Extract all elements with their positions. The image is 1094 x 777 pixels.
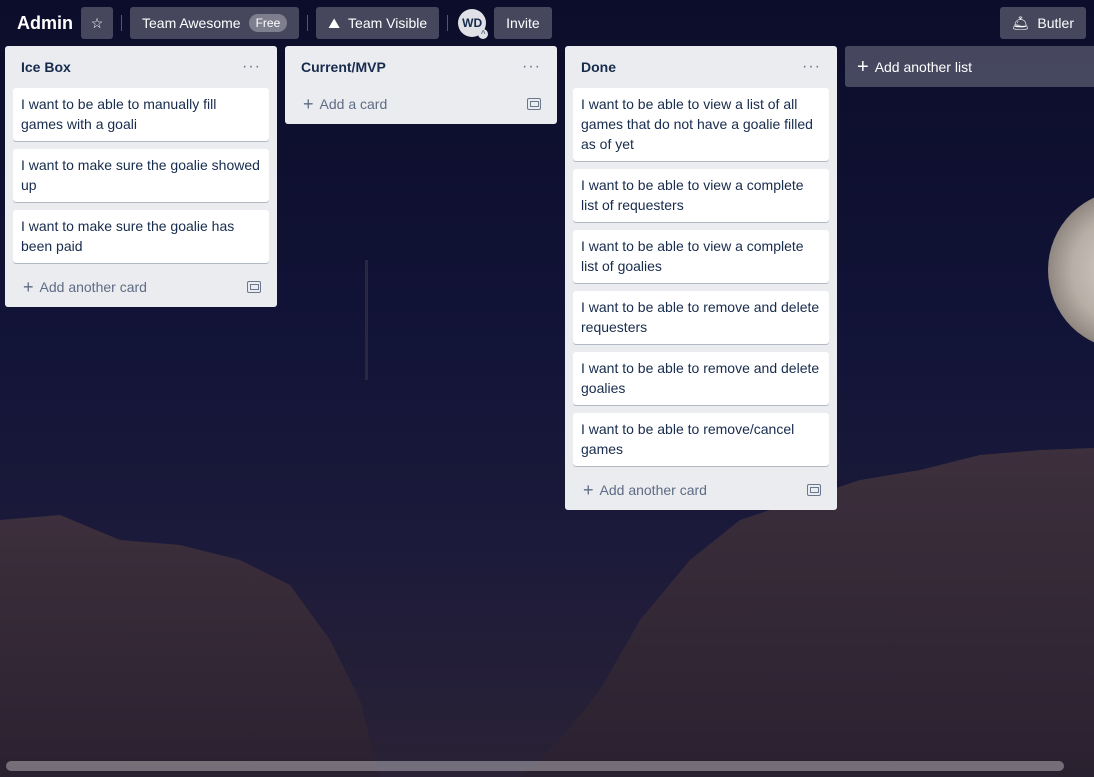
list-title[interactable]: Current/MVP [301, 59, 386, 75]
plus-icon: + [583, 480, 594, 500]
list-card[interactable]: I want to be able to remove and delete r… [573, 291, 829, 344]
list-header: Current/MVP ··· [293, 46, 549, 88]
tower [365, 260, 368, 380]
left-cliff [0, 515, 380, 777]
plus-icon: + [303, 94, 314, 114]
add-card-label: Add a card [319, 96, 388, 112]
add-card-label: Add another card [599, 482, 707, 498]
header-divider [307, 15, 309, 31]
card-template-icon[interactable] [807, 484, 821, 496]
list-card[interactable]: I want to make sure the goalie showed up [13, 149, 269, 202]
header-divider [121, 15, 122, 31]
board-header: Admin ☆ Team Awesome Free ⛰ Team Visible… [0, 0, 1094, 46]
list-ice-box: Ice Box ··· I want to be able to manuall… [5, 46, 277, 307]
plan-badge: Free [248, 14, 288, 32]
card-template-icon[interactable] [247, 281, 261, 293]
visibility-label: Team Visible [348, 15, 428, 31]
list-card[interactable]: I want to be able to view a complete lis… [573, 169, 829, 222]
list-header: Ice Box ··· [13, 46, 269, 88]
team-name: Team Awesome [142, 15, 241, 31]
list-card[interactable]: I want to make sure the goalie has been … [13, 210, 269, 263]
ellipsis-icon[interactable]: ··· [242, 58, 265, 76]
butler-bell-icon: 🛎 [1011, 14, 1030, 31]
admin-chevron-icon: ^ [478, 29, 489, 39]
butler-label: Butler [1037, 15, 1074, 31]
visibility-button[interactable]: ⛰ Team Visible [316, 7, 440, 39]
ellipsis-icon[interactable]: ··· [522, 58, 545, 76]
ellipsis-icon[interactable]: ··· [802, 58, 825, 76]
plus-icon: + [23, 277, 34, 297]
butler-button[interactable]: 🛎 Butler [999, 7, 1086, 39]
header-divider [447, 15, 449, 31]
list-card[interactable]: I want to be able to remove and delete g… [573, 352, 829, 405]
list-title[interactable]: Done [581, 59, 616, 75]
moon [1048, 197, 1094, 343]
add-card-button[interactable]: + Add another card [573, 470, 829, 510]
board-title[interactable]: Admin [8, 7, 81, 39]
invite-button[interactable]: Invite [494, 7, 552, 39]
add-list-button[interactable]: + Add another list [845, 46, 1094, 87]
team-button[interactable]: Team Awesome Free [130, 7, 300, 39]
list-current-mvp: Current/MVP ··· + Add a card [285, 46, 557, 124]
list-card[interactable]: I want to be able to view a list of all … [573, 88, 829, 161]
team-icon: ⛰ [328, 14, 341, 31]
horizontal-scrollbar[interactable] [6, 761, 1064, 771]
card-template-icon[interactable] [527, 98, 541, 110]
list-header: Done ··· [573, 46, 829, 88]
list-done: Done ··· I want to be able to view a lis… [565, 46, 837, 510]
add-list-label: Add another list [874, 58, 972, 75]
add-card-button[interactable]: + Add a card [293, 84, 549, 124]
add-card-label: Add another card [39, 279, 147, 295]
star-button[interactable]: ☆ [81, 7, 113, 39]
list-card[interactable]: I want to be able to manually fill games… [13, 88, 269, 141]
avatar-initials: WD [462, 16, 483, 30]
list-title[interactable]: Ice Box [21, 59, 71, 75]
list-card[interactable]: I want to be able to remove/cancel games [573, 413, 829, 466]
star-icon: ☆ [90, 14, 104, 31]
add-card-button[interactable]: + Add another card [13, 267, 269, 307]
list-card[interactable]: I want to be able to view a complete lis… [573, 230, 829, 283]
plus-icon: + [857, 55, 869, 78]
member-avatar[interactable]: WD ^ [458, 9, 489, 39]
